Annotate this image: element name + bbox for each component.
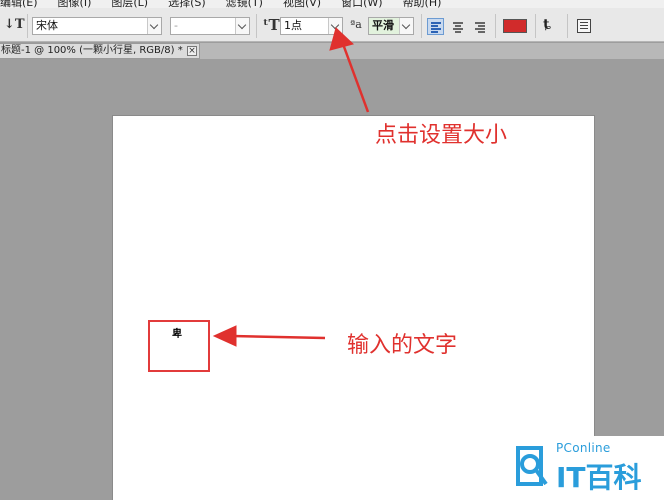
- font-style-select[interactable]: -: [170, 17, 250, 35]
- document-tab-title: 标题-1 @ 100% (一颗小行星, RGB/8) *: [1, 45, 183, 56]
- watermark-small-text: PConline: [556, 441, 611, 455]
- chevron-down-icon[interactable]: [147, 18, 161, 34]
- annotation-typed-text: 输入的文字: [347, 333, 458, 358]
- align-left-icon[interactable]: [427, 18, 444, 35]
- antialias-value: 平滑: [372, 19, 394, 32]
- menu-edit[interactable]: 编辑(E): [0, 0, 38, 8]
- menu-layer[interactable]: 图层(L): [111, 0, 148, 8]
- logo-lens: [520, 454, 540, 474]
- font-style-value: -: [174, 19, 178, 32]
- chevron-down-icon[interactable]: [235, 18, 249, 34]
- font-size-select[interactable]: 1点: [280, 17, 343, 35]
- pconline-logo-icon: [516, 446, 548, 486]
- typed-text-layer[interactable]: 卑: [172, 325, 182, 340]
- menu-filter[interactable]: 滤镜(T): [226, 0, 263, 8]
- close-icon[interactable]: ×: [187, 46, 197, 56]
- options-toolbar: ↓T 宋体 - ᵗT 1点 ªa 平滑 ȶ: [0, 8, 664, 42]
- menu-select[interactable]: 选择(S): [168, 0, 206, 8]
- menu-view[interactable]: 视图(V): [283, 0, 321, 8]
- chevron-down-icon[interactable]: [399, 18, 413, 34]
- toolbar-divider: [567, 14, 568, 38]
- text-color-swatch[interactable]: [503, 19, 527, 33]
- font-family-value: 宋体: [36, 19, 58, 32]
- toolbar-divider: [535, 14, 536, 38]
- watermark-big-text: IT百科: [556, 461, 642, 494]
- menu-help[interactable]: 帮助(H): [403, 0, 442, 8]
- toolbar-divider: [421, 14, 422, 38]
- annotation-set-size: 点击设置大小: [375, 123, 508, 148]
- document-tab[interactable]: 标题-1 @ 100% (一颗小行星, RGB/8) * ×: [0, 43, 200, 59]
- character-panel-icon[interactable]: [577, 19, 591, 33]
- menu-image[interactable]: 图像(I): [58, 0, 92, 8]
- toolbar-divider: [495, 14, 496, 38]
- antialias-select[interactable]: 平滑: [368, 17, 414, 35]
- font-size-value: 1点: [284, 19, 302, 32]
- chevron-down-icon[interactable]: [328, 18, 342, 34]
- toolbar-divider: [256, 14, 257, 38]
- menu-window[interactable]: 窗口(W): [341, 0, 382, 8]
- antialias-icon: ªa: [350, 18, 362, 31]
- align-center-icon[interactable]: [449, 18, 466, 35]
- text-orientation-icon[interactable]: ↓T: [4, 17, 25, 35]
- warp-text-icon[interactable]: ȶ: [543, 17, 559, 35]
- menu-items: 编辑(E) 图像(I) 图层(L) 选择(S) 滤镜(T) 视图(V) 窗口(W…: [0, 0, 441, 8]
- toolbar-divider: [27, 14, 28, 38]
- font-size-icon: ᵗT: [263, 16, 280, 34]
- menu-bar: 编辑(E) 图像(I) 图层(L) 选择(S) 滤镜(T) 视图(V) 窗口(W…: [0, 0, 664, 8]
- align-right-icon[interactable]: [471, 18, 488, 35]
- pconline-watermark: PConline IT百科: [510, 436, 664, 500]
- font-family-select[interactable]: 宋体: [32, 17, 162, 35]
